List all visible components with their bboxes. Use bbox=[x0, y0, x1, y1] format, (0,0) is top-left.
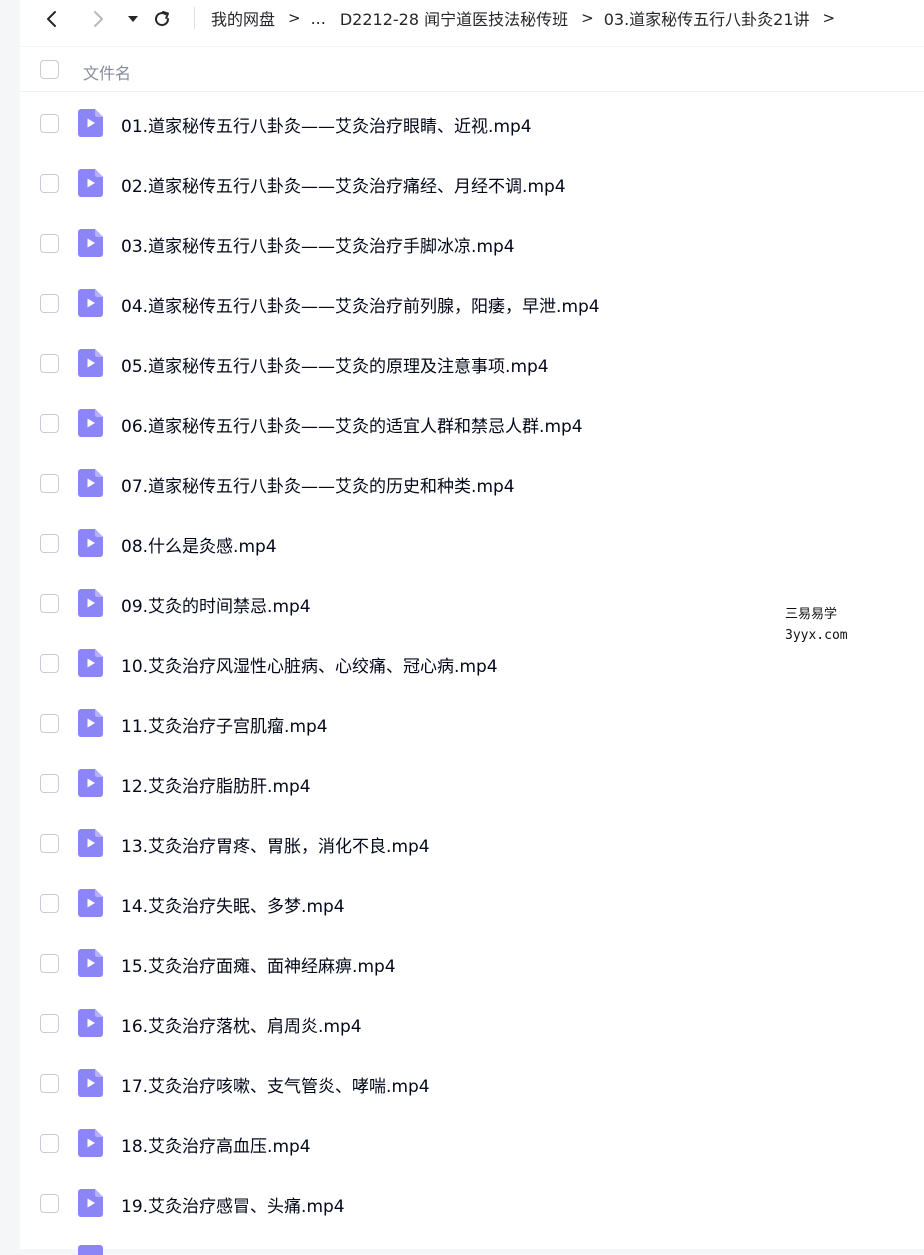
file-name[interactable]: 13.艾灸治疗胃疼、胃胀，消化不良.mp4 bbox=[121, 832, 430, 857]
file-list: 01.道家秘传五行八卦灸——艾灸治疗眼睛、近视.mp4 02.道家秘传五行八卦灸—… bbox=[20, 93, 924, 1233]
file-name[interactable]: 05.道家秘传五行八卦灸——艾灸的原理及注意事项.mp4 bbox=[121, 352, 549, 377]
video-file-icon bbox=[78, 1069, 103, 1097]
watermark-line-2: 3yyx.com bbox=[785, 628, 848, 643]
video-file-icon bbox=[78, 169, 103, 197]
file-name[interactable]: 14.艾灸治疗失眠、多梦.mp4 bbox=[121, 892, 345, 917]
file-name[interactable]: 03.道家秘传五行八卦灸——艾灸治疗手脚冰凉.mp4 bbox=[121, 232, 515, 257]
file-row[interactable]: 12.艾灸治疗脂肪肝.mp4 bbox=[20, 753, 924, 813]
file-row[interactable]: 08.什么是灸感.mp4 bbox=[20, 513, 924, 573]
file-checkbox[interactable] bbox=[40, 834, 59, 853]
file-name[interactable]: 19.艾灸治疗感冒、头痛.mp4 bbox=[121, 1192, 345, 1217]
file-row[interactable]: 15.艾灸治疗面瘫、面神经麻痹.mp4 bbox=[20, 933, 924, 993]
file-list-header: 文件名 bbox=[20, 46, 924, 92]
file-row[interactable]: 06.道家秘传五行八卦灸——艾灸的适宜人群和禁忌人群.mp4 bbox=[20, 393, 924, 453]
file-checkbox[interactable] bbox=[40, 1194, 59, 1213]
chevron-right-icon[interactable] bbox=[87, 8, 109, 30]
file-row[interactable]: 18.艾灸治疗高血压.mp4 bbox=[20, 1113, 924, 1173]
file-checkbox[interactable] bbox=[40, 114, 59, 133]
video-file-icon bbox=[78, 469, 103, 497]
video-file-icon bbox=[78, 1129, 103, 1157]
file-name[interactable]: 06.道家秘传五行八卦灸——艾灸的适宜人群和禁忌人群.mp4 bbox=[121, 412, 583, 437]
video-file-icon bbox=[78, 829, 103, 857]
file-browser-panel: 我的网盘 > ... D2212-28 闻宁道医技法秘传班 > 03.道家秘传五… bbox=[20, 0, 924, 1255]
file-checkbox[interactable] bbox=[40, 594, 59, 613]
file-name[interactable]: 16.艾灸治疗落枕、肩周炎.mp4 bbox=[121, 1012, 362, 1037]
breadcrumb-item-root[interactable]: 我的网盘 bbox=[211, 6, 275, 30]
breadcrumb: 我的网盘 > ... D2212-28 闻宁道医技法秘传班 > 03.道家秘传五… bbox=[211, 6, 845, 30]
file-name[interactable]: 08.什么是灸感.mp4 bbox=[121, 532, 277, 557]
video-file-icon bbox=[78, 769, 103, 797]
video-file-icon bbox=[78, 949, 103, 977]
watermark-line-1: 三易易学 bbox=[785, 607, 838, 622]
file-name[interactable]: 01.道家秘传五行八卦灸——艾灸治疗眼睛、近视.mp4 bbox=[121, 112, 532, 137]
video-file-icon bbox=[78, 1189, 103, 1217]
toolbar: 我的网盘 > ... D2212-28 闻宁道医技法秘传班 > 03.道家秘传五… bbox=[20, 0, 924, 38]
column-header-filename[interactable]: 文件名 bbox=[83, 60, 131, 84]
video-file-icon bbox=[78, 109, 103, 137]
video-file-icon bbox=[78, 589, 103, 617]
video-file-icon bbox=[78, 1009, 103, 1037]
file-checkbox[interactable] bbox=[40, 354, 59, 373]
file-name[interactable]: 18.艾灸治疗高血压.mp4 bbox=[121, 1132, 311, 1157]
file-name[interactable]: 02.道家秘传五行八卦灸——艾灸治疗痛经、月经不调.mp4 bbox=[121, 172, 566, 197]
file-row[interactable]: 05.道家秘传五行八卦灸——艾灸的原理及注意事项.mp4 bbox=[20, 333, 924, 393]
file-checkbox[interactable] bbox=[40, 1074, 59, 1093]
chevron-left-icon[interactable] bbox=[41, 8, 63, 30]
file-checkbox[interactable] bbox=[40, 294, 59, 313]
file-name[interactable]: 12.艾灸治疗脂肪肝.mp4 bbox=[121, 772, 311, 797]
file-checkbox[interactable] bbox=[40, 954, 59, 973]
file-name[interactable]: 04.道家秘传五行八卦灸——艾灸治疗前列腺，阳痿，早泄.mp4 bbox=[121, 292, 600, 317]
video-file-icon bbox=[78, 289, 103, 317]
video-file-icon bbox=[78, 529, 103, 557]
file-checkbox[interactable] bbox=[40, 654, 59, 673]
video-file-icon bbox=[78, 649, 103, 677]
file-name[interactable]: 15.艾灸治疗面瘫、面神经麻痹.mp4 bbox=[121, 952, 396, 977]
file-row[interactable]: 11.艾灸治疗子宫肌瘤.mp4 bbox=[20, 693, 924, 753]
breadcrumb-item-current[interactable]: 03.道家秘传五行八卦灸21讲 bbox=[604, 6, 810, 30]
video-file-icon bbox=[78, 889, 103, 917]
select-all-checkbox[interactable] bbox=[40, 60, 59, 79]
file-checkbox[interactable] bbox=[40, 714, 59, 733]
file-row[interactable]: 19.艾灸治疗感冒、头痛.mp4 bbox=[20, 1173, 924, 1233]
file-checkbox[interactable] bbox=[40, 174, 59, 193]
file-row[interactable]: 16.艾灸治疗落枕、肩周炎.mp4 bbox=[20, 993, 924, 1053]
refresh-icon[interactable] bbox=[151, 8, 173, 30]
file-checkbox[interactable] bbox=[40, 474, 59, 493]
watermark: 三易易学 3yyx.com bbox=[785, 604, 865, 646]
video-file-icon bbox=[78, 229, 103, 257]
video-file-icon bbox=[78, 1245, 103, 1255]
file-checkbox[interactable] bbox=[40, 534, 59, 553]
file-name[interactable]: 07.道家秘传五行八卦灸——艾灸的历史和种类.mp4 bbox=[121, 472, 515, 497]
video-file-icon bbox=[78, 709, 103, 737]
file-checkbox[interactable] bbox=[40, 234, 59, 253]
file-checkbox[interactable] bbox=[40, 894, 59, 913]
file-name[interactable]: 11.艾灸治疗子宫肌瘤.mp4 bbox=[121, 712, 328, 737]
file-row[interactable]: 02.道家秘传五行八卦灸——艾灸治疗痛经、月经不调.mp4 bbox=[20, 153, 924, 213]
file-row[interactable]: 01.道家秘传五行八卦灸——艾灸治疗眼睛、近视.mp4 bbox=[20, 93, 924, 153]
breadcrumb-separator: > bbox=[288, 9, 301, 27]
video-file-icon bbox=[78, 349, 103, 377]
breadcrumb-separator: > bbox=[581, 9, 594, 27]
file-checkbox[interactable] bbox=[40, 1134, 59, 1153]
file-row[interactable]: 03.道家秘传五行八卦灸——艾灸治疗手脚冰凉.mp4 bbox=[20, 213, 924, 273]
video-file-icon bbox=[78, 409, 103, 437]
file-name[interactable]: 10.艾灸治疗风湿性心脏病、心绞痛、冠心病.mp4 bbox=[121, 652, 498, 677]
file-row[interactable]: 14.艾灸治疗失眠、多梦.mp4 bbox=[20, 873, 924, 933]
file-name[interactable]: 17.艾灸治疗咳嗽、支气管炎、哮喘.mp4 bbox=[121, 1072, 430, 1097]
file-name[interactable]: 09.艾灸的时间禁忌.mp4 bbox=[121, 592, 311, 617]
file-checkbox[interactable] bbox=[40, 1014, 59, 1033]
file-checkbox[interactable] bbox=[40, 774, 59, 793]
file-row[interactable]: 13.艾灸治疗胃疼、胃胀，消化不良.mp4 bbox=[20, 813, 924, 873]
file-row[interactable]: 07.道家秘传五行八卦灸——艾灸的历史和种类.mp4 bbox=[20, 453, 924, 513]
breadcrumb-item-course[interactable]: D2212-28 闻宁道医技法秘传班 bbox=[340, 6, 568, 30]
file-checkbox[interactable] bbox=[40, 414, 59, 433]
toolbar-divider bbox=[194, 7, 195, 29]
file-row[interactable]: 04.道家秘传五行八卦灸——艾灸治疗前列腺，阳痿，早泄.mp4 bbox=[20, 273, 924, 333]
file-row[interactable]: 17.艾灸治疗咳嗽、支气管炎、哮喘.mp4 bbox=[20, 1053, 924, 1113]
caret-down-icon[interactable] bbox=[122, 8, 144, 30]
breadcrumb-separator: > bbox=[822, 9, 836, 27]
breadcrumb-item-ellipsis[interactable]: ... bbox=[311, 9, 326, 28]
